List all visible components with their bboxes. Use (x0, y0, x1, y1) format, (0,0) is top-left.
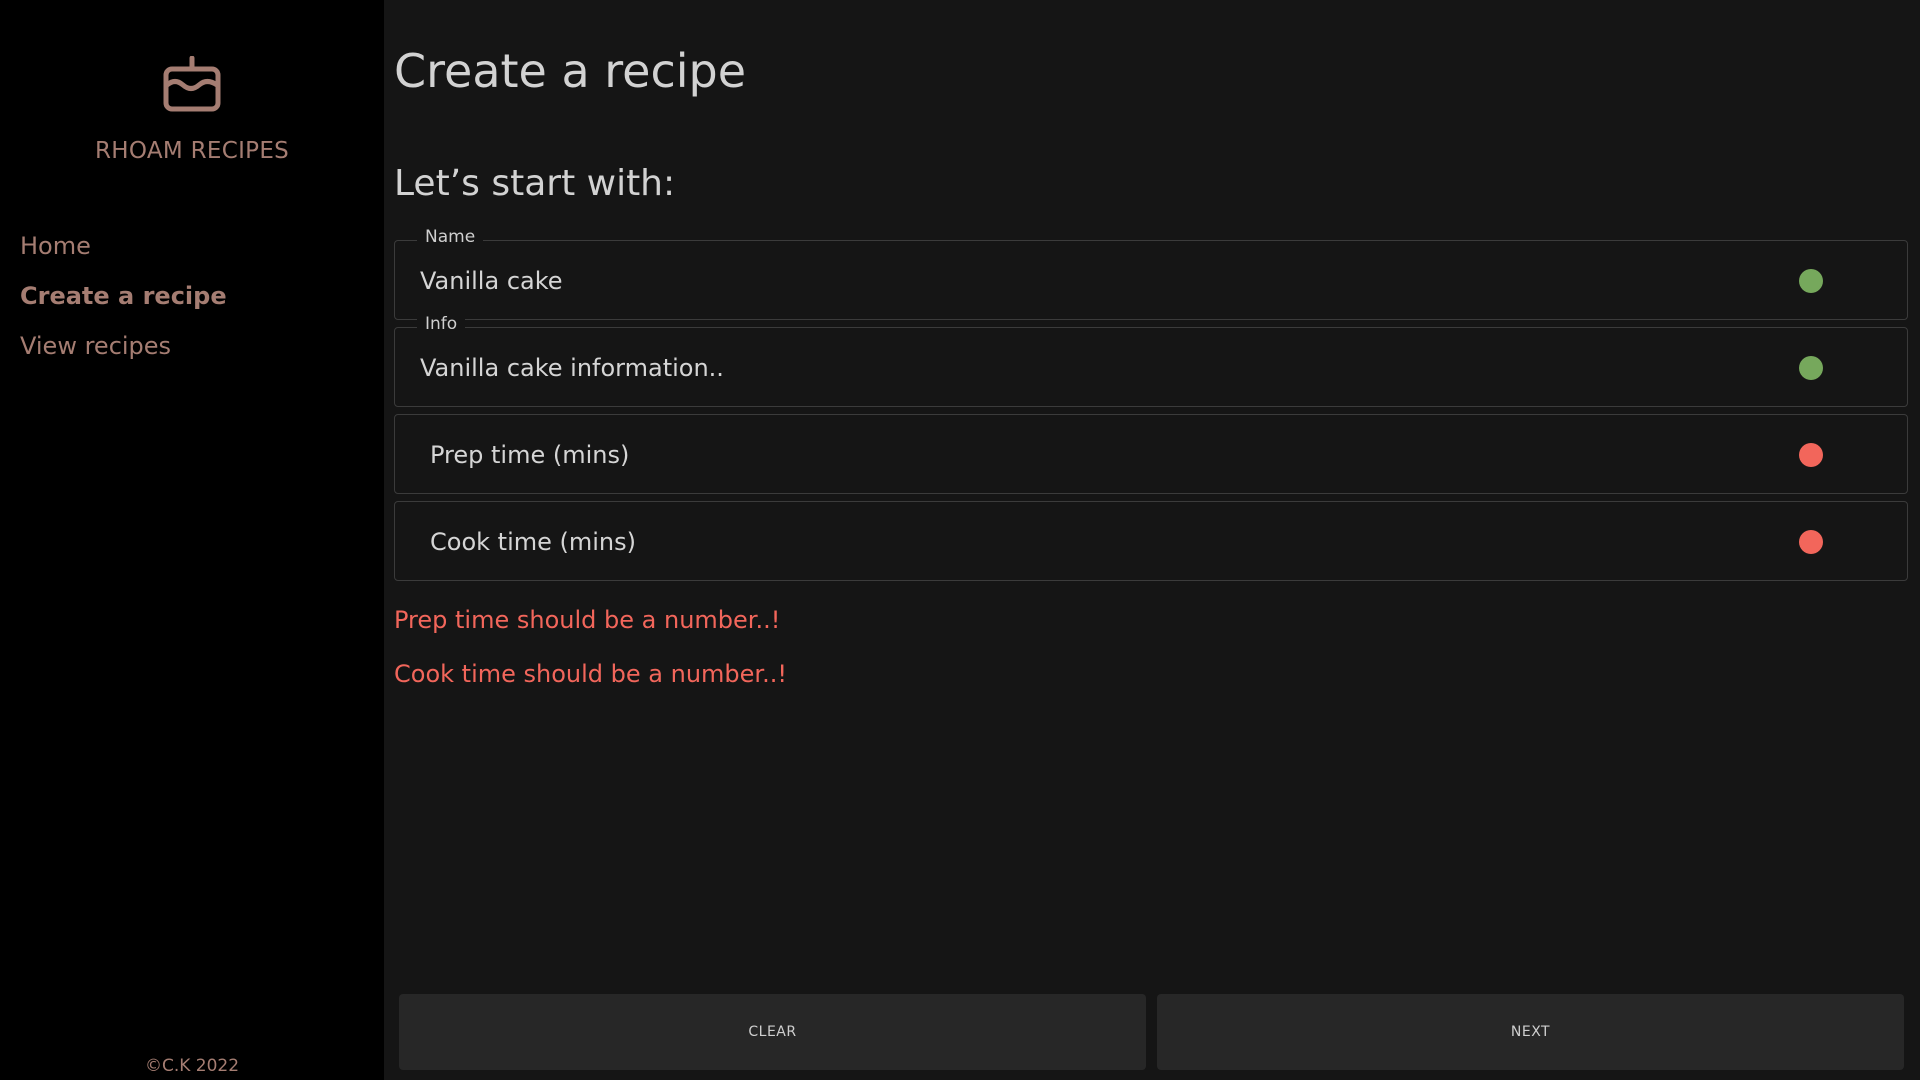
brand-name: RHOAM RECIPES (94, 138, 290, 164)
name-field: Name (394, 227, 1908, 321)
name-valid-indicator (1799, 269, 1823, 293)
cook-time-invalid-indicator (1799, 530, 1823, 554)
main-content: Create a recipe Let’s start with: Name I… (384, 0, 1920, 1080)
prep-time-placeholder: Prep time (mins) (430, 441, 630, 469)
name-input[interactable] (420, 241, 1720, 321)
prep-time-invalid-indicator (1799, 443, 1823, 467)
copyright: ©C.K 2022 (144, 1056, 240, 1076)
prep-time-error: Prep time should be a number..! (394, 606, 781, 634)
nav-item-home[interactable]: Home (20, 228, 227, 278)
cook-time-error: Cook time should be a number..! (394, 660, 787, 688)
section-subtitle: Let’s start with: (394, 163, 676, 204)
nav-item-create-recipe[interactable]: Create a recipe (20, 278, 227, 328)
sidebar-nav: Home Create a recipe View recipes (20, 228, 227, 378)
info-valid-indicator (1799, 356, 1823, 380)
nav-item-view-recipes[interactable]: View recipes (20, 328, 227, 378)
sidebar: RHOAM RECIPES Home Create a recipe View … (0, 0, 384, 1080)
next-button[interactable]: NEXT (1157, 994, 1904, 1070)
info-input[interactable] (420, 328, 1720, 408)
page-title: Create a recipe (394, 44, 747, 98)
prep-time-field[interactable]: Prep time (mins) (394, 414, 1908, 494)
cook-time-placeholder: Cook time (mins) (430, 528, 636, 556)
clear-button[interactable]: CLEAR (399, 994, 1146, 1070)
cake-icon (163, 56, 221, 112)
cook-time-field[interactable]: Cook time (mins) (394, 501, 1908, 581)
info-field: Info (394, 314, 1908, 408)
